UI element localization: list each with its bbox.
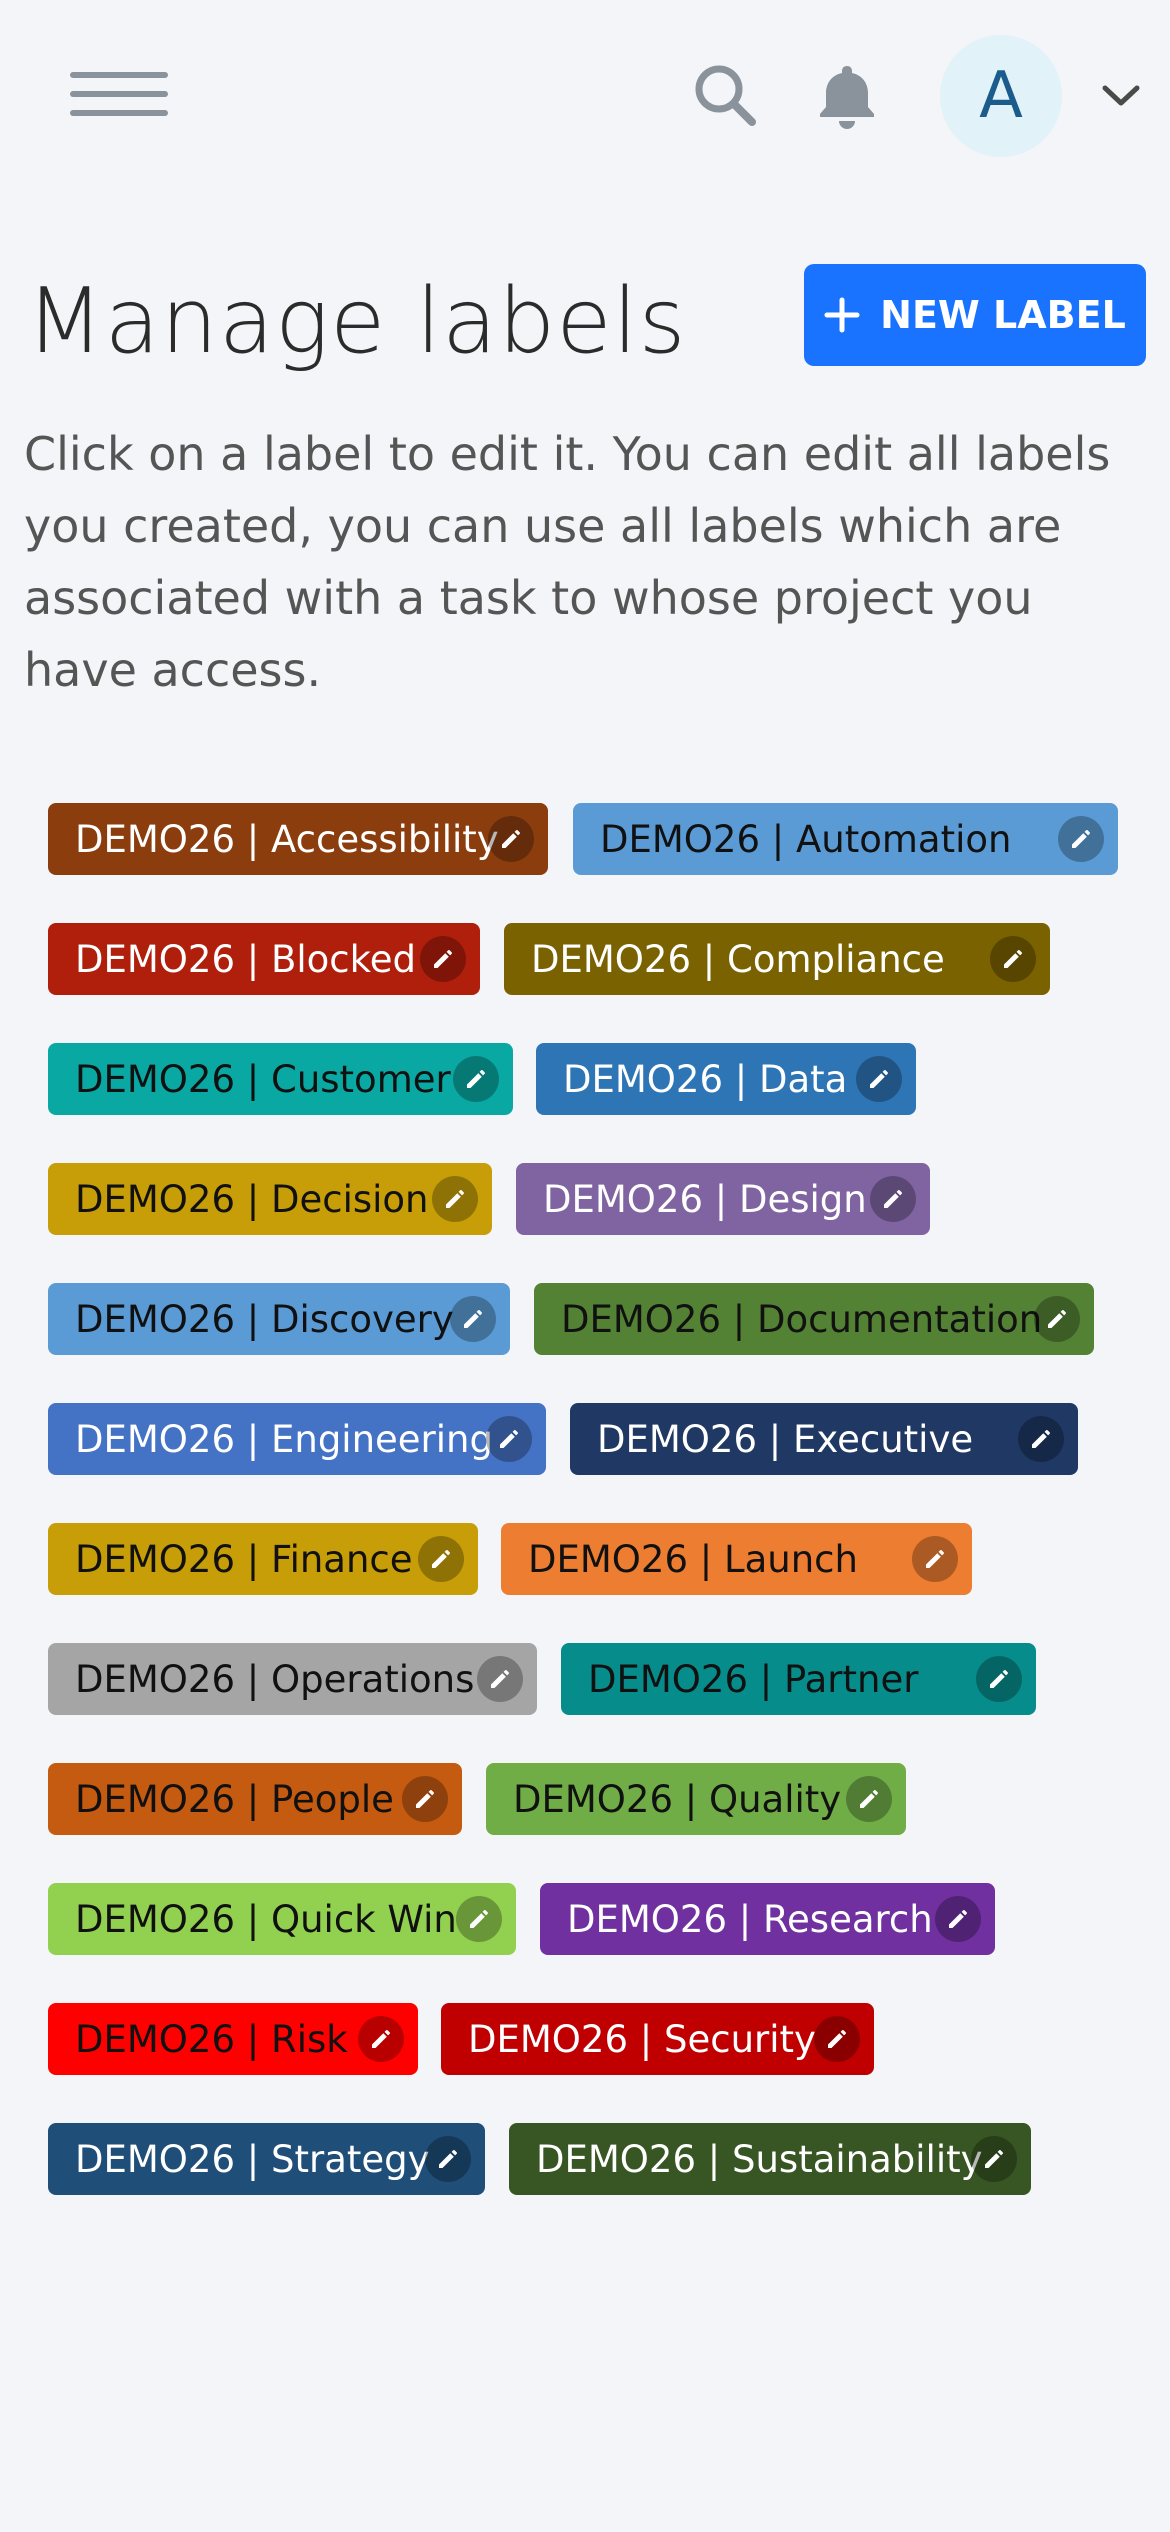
- plus-icon: [824, 297, 860, 333]
- label-text: DEMO26 | Compliance: [531, 937, 945, 981]
- pencil-icon[interactable]: [990, 936, 1036, 982]
- pencil-icon[interactable]: [935, 1896, 981, 1942]
- label-chip[interactable]: DEMO26 | Research: [540, 1883, 995, 1955]
- notifications-bell-icon[interactable]: [812, 62, 882, 132]
- pencil-icon[interactable]: [477, 1656, 523, 1702]
- label-chip[interactable]: DEMO26 | Accessibility: [48, 803, 548, 875]
- label-text: DEMO26 | Engineering: [75, 1417, 493, 1461]
- label-text: DEMO26 | Blocked: [75, 937, 416, 981]
- pencil-icon[interactable]: [976, 1656, 1022, 1702]
- label-chip[interactable]: DEMO26 | Customer: [48, 1043, 513, 1115]
- label-chip[interactable]: DEMO26 | People: [48, 1763, 462, 1835]
- pencil-icon[interactable]: [1018, 1416, 1064, 1462]
- search-icon[interactable]: [692, 62, 758, 128]
- page-title: Manage labels: [26, 269, 687, 374]
- label-text: DEMO26 | Quality: [513, 1777, 842, 1821]
- top-navbar: A: [0, 0, 1170, 195]
- label-text: DEMO26 | Customer: [75, 1057, 451, 1101]
- label-text: DEMO26 | Launch: [528, 1537, 858, 1581]
- label-text: DEMO26 | Decision: [75, 1177, 429, 1221]
- pencil-icon[interactable]: [432, 1176, 478, 1222]
- label-text: DEMO26 | Operations: [75, 1657, 475, 1701]
- label-chip[interactable]: DEMO26 | Partner: [561, 1643, 1036, 1715]
- pencil-icon[interactable]: [486, 1416, 532, 1462]
- pencil-icon[interactable]: [1058, 816, 1104, 862]
- label-text: DEMO26 | Accessibility: [75, 817, 499, 861]
- pencil-icon[interactable]: [453, 1056, 499, 1102]
- label-text: DEMO26 | Documentation: [561, 1297, 1043, 1341]
- label-chip[interactable]: DEMO26 | Launch: [501, 1523, 972, 1595]
- new-label-button-text: NEW LABEL: [880, 293, 1126, 337]
- pencil-icon[interactable]: [425, 2136, 471, 2182]
- label-chip[interactable]: DEMO26 | Engineering: [48, 1403, 546, 1475]
- label-chip[interactable]: DEMO26 | Risk: [48, 2003, 418, 2075]
- label-chip[interactable]: DEMO26 | Security: [441, 2003, 874, 2075]
- pencil-icon[interactable]: [814, 2016, 860, 2062]
- label-text: DEMO26 | Strategy: [75, 2137, 430, 2181]
- label-chip[interactable]: DEMO26 | Quality: [486, 1763, 906, 1835]
- label-text: DEMO26 | Executive: [597, 1417, 974, 1461]
- pencil-icon[interactable]: [912, 1536, 958, 1582]
- pencil-icon[interactable]: [420, 936, 466, 982]
- user-avatar[interactable]: A: [940, 35, 1062, 157]
- pencil-icon[interactable]: [870, 1176, 916, 1222]
- pencil-icon[interactable]: [971, 2136, 1017, 2182]
- new-label-button[interactable]: NEW LABEL: [804, 264, 1146, 366]
- label-text: DEMO26 | Quick Win: [75, 1897, 457, 1941]
- pencil-icon[interactable]: [358, 2016, 404, 2062]
- menu-toggle-icon[interactable]: [70, 72, 168, 116]
- label-chip[interactable]: DEMO26 | Operations: [48, 1643, 537, 1715]
- pencil-icon[interactable]: [450, 1296, 496, 1342]
- label-chip[interactable]: DEMO26 | Strategy: [48, 2123, 485, 2195]
- pencil-icon[interactable]: [402, 1776, 448, 1822]
- pencil-icon[interactable]: [1034, 1296, 1080, 1342]
- pencil-icon[interactable]: [456, 1896, 502, 1942]
- label-chip[interactable]: DEMO26 | Design: [516, 1163, 930, 1235]
- label-text: DEMO26 | Research: [567, 1897, 933, 1941]
- label-chip[interactable]: DEMO26 | Compliance: [504, 923, 1050, 995]
- pencil-icon[interactable]: [488, 816, 534, 862]
- label-chip[interactable]: DEMO26 | Decision: [48, 1163, 492, 1235]
- label-text: DEMO26 | Partner: [588, 1657, 919, 1701]
- label-chip[interactable]: DEMO26 | Executive: [570, 1403, 1078, 1475]
- page-description: Click on a label to edit it. You can edi…: [24, 427, 1111, 697]
- pencil-icon[interactable]: [856, 1056, 902, 1102]
- label-text: DEMO26 | Sustainability: [536, 2137, 983, 2181]
- label-text: DEMO26 | Discovery: [75, 1297, 454, 1341]
- label-chip[interactable]: DEMO26 | Automation: [573, 803, 1118, 875]
- chevron-down-icon[interactable]: [1100, 80, 1142, 110]
- label-text: DEMO26 | Data: [563, 1057, 848, 1101]
- label-chip[interactable]: DEMO26 | Finance: [48, 1523, 478, 1595]
- label-text: DEMO26 | Automation: [600, 817, 1012, 861]
- label-text: DEMO26 | Risk: [75, 2017, 348, 2061]
- label-text: DEMO26 | Security: [468, 2017, 816, 2061]
- label-text: DEMO26 | People: [75, 1777, 394, 1821]
- label-chip[interactable]: DEMO26 | Data: [536, 1043, 916, 1115]
- label-text: DEMO26 | Finance: [75, 1537, 413, 1581]
- pencil-icon[interactable]: [418, 1536, 464, 1582]
- label-chip[interactable]: DEMO26 | Blocked: [48, 923, 480, 995]
- label-text: DEMO26 | Design: [543, 1177, 867, 1221]
- pencil-icon[interactable]: [846, 1776, 892, 1822]
- label-chip[interactable]: DEMO26 | Documentation: [534, 1283, 1094, 1355]
- label-chip[interactable]: DEMO26 | Quick Win: [48, 1883, 516, 1955]
- label-chip[interactable]: DEMO26 | Sustainability: [509, 2123, 1031, 2195]
- label-chip[interactable]: DEMO26 | Discovery: [48, 1283, 510, 1355]
